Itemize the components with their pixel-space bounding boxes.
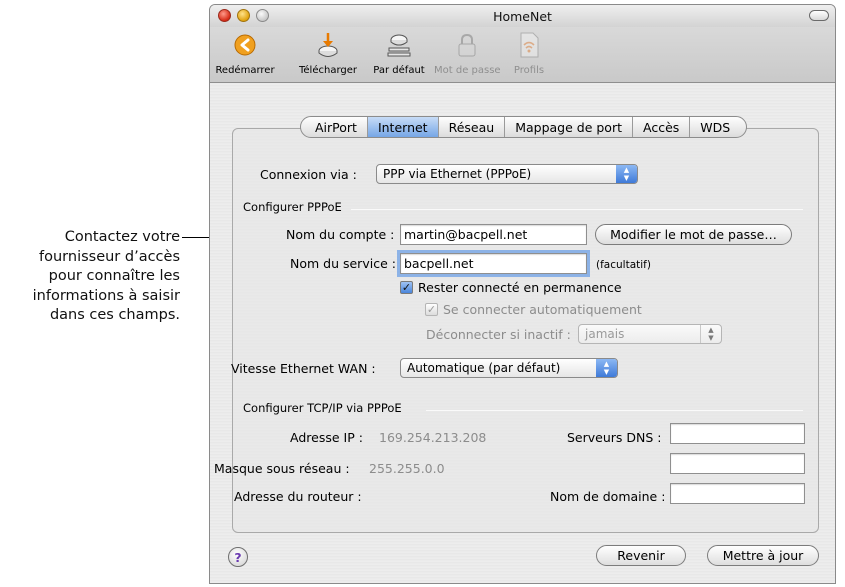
callout-line-5: dans ces champs. [49, 307, 180, 323]
optional-note: (facultatif) [596, 259, 651, 271]
default-label: Par défaut [373, 65, 425, 76]
homenet-window: HomeNet Redémarrer Télécharger Par défau… [209, 4, 836, 584]
router-label: Adresse du routeur : [234, 489, 362, 504]
disconnect-label: Déconnecter si inactif : [426, 327, 571, 342]
popup-arrows-icon: ▲ ▼ [596, 359, 617, 377]
stay-connected-label: Rester connecté en permanence [418, 280, 622, 295]
default-icon [387, 34, 411, 57]
profiles-button[interactable]: Profils [506, 27, 552, 83]
pppoe-separator [351, 209, 803, 210]
password-button[interactable]: Mot de passe [434, 27, 501, 83]
tab-reseau[interactable]: Réseau [437, 117, 505, 137]
tab-wds[interactable]: WDS [689, 117, 746, 137]
auto-connect-label: Se connecter automatiquement [443, 302, 642, 317]
dns-field-2[interactable] [670, 453, 805, 474]
pppoe-section-title: Configurer PPPoE [243, 200, 342, 214]
service-field[interactable]: bacpell.net [397, 250, 590, 277]
toolbar: Redémarrer Télécharger Par défaut Mot de… [210, 27, 835, 83]
domain-label: Nom de domaine : [550, 489, 666, 504]
callout-line-1: Contactez votre [64, 229, 180, 245]
disconnect-value: jamais [585, 327, 625, 341]
callout-text: Contactez votre fournisseur d’accès pour… [0, 228, 180, 326]
popup-arrows-icon: ▲ ▼ [700, 325, 721, 343]
dns-field-1[interactable] [670, 423, 805, 444]
ethernet-speed-popup[interactable]: Automatique (par défaut) ▲ ▼ [400, 358, 618, 378]
account-field[interactable]: martin@bacpell.net [400, 224, 587, 245]
restart-label: Redémarrer [215, 65, 275, 76]
change-password-button[interactable]: Modifier le mot de passe… [595, 224, 792, 245]
download-label: Télécharger [298, 65, 357, 76]
lock-icon [458, 33, 476, 57]
ip-label: Adresse IP : [290, 430, 363, 445]
service-label: Nom du service : [290, 256, 396, 271]
password-label: Mot de passe [434, 65, 501, 76]
callout-line-3: pour connaître les [48, 268, 180, 284]
toolbar-toggle-button[interactable] [809, 10, 829, 21]
tcpip-separator [426, 410, 803, 411]
tab-airport[interactable]: AirPort [301, 117, 367, 137]
tab-acces[interactable]: Accès [632, 117, 689, 137]
dns-label: Serveurs DNS : [567, 430, 662, 445]
help-button[interactable]: ? [228, 547, 248, 567]
domain-field[interactable] [670, 483, 805, 504]
tab-port-mapping[interactable]: Mappage de port [504, 117, 632, 137]
ethernet-speed-label: Vitesse Ethernet WAN : [231, 361, 376, 376]
profiles-label: Profils [513, 65, 545, 76]
account-label: Nom du compte : [286, 227, 395, 242]
tab-internet[interactable]: Internet [366, 117, 438, 137]
title-bar: HomeNet [210, 5, 835, 27]
tcpip-section-title: Configurer TCP/IP via PPPoE [243, 401, 402, 415]
ip-value: 169.254.213.208 [379, 430, 487, 445]
default-button[interactable]: Par défaut [366, 27, 432, 83]
wifi-profile-icon [520, 32, 539, 58]
restart-button[interactable]: Redémarrer [212, 27, 278, 83]
callout-line-4: informations à saisir [32, 287, 180, 304]
connection-popup[interactable]: PPP via Ethernet (PPPoE) ▲ ▼ [376, 164, 638, 184]
update-button[interactable]: Mettre à jour [707, 545, 819, 566]
window-title: HomeNet [493, 9, 552, 24]
connection-label: Connexion via : [260, 167, 357, 182]
mask-value: 255.255.0.0 [369, 461, 445, 476]
download-button[interactable]: Télécharger [292, 27, 364, 83]
download-icon [318, 33, 338, 57]
auto-connect-checkbox[interactable]: ✓ [425, 303, 438, 316]
revert-button[interactable]: Revenir [596, 545, 686, 566]
tab-bar: AirPort Internet Réseau Mappage de port … [300, 116, 748, 138]
ethernet-speed-value: Automatique (par défaut) [407, 361, 561, 375]
callout-line-2: fournisseur d’accès [39, 248, 180, 265]
mask-label: Masque sous réseau : [214, 461, 350, 476]
restart-icon [234, 34, 256, 56]
connection-value: PPP via Ethernet (PPPoE) [383, 167, 532, 181]
disconnect-popup[interactable]: jamais ▲ ▼ [578, 324, 722, 344]
popup-arrows-icon: ▲ ▼ [616, 165, 637, 183]
stay-connected-checkbox[interactable]: ✓ [400, 281, 413, 294]
